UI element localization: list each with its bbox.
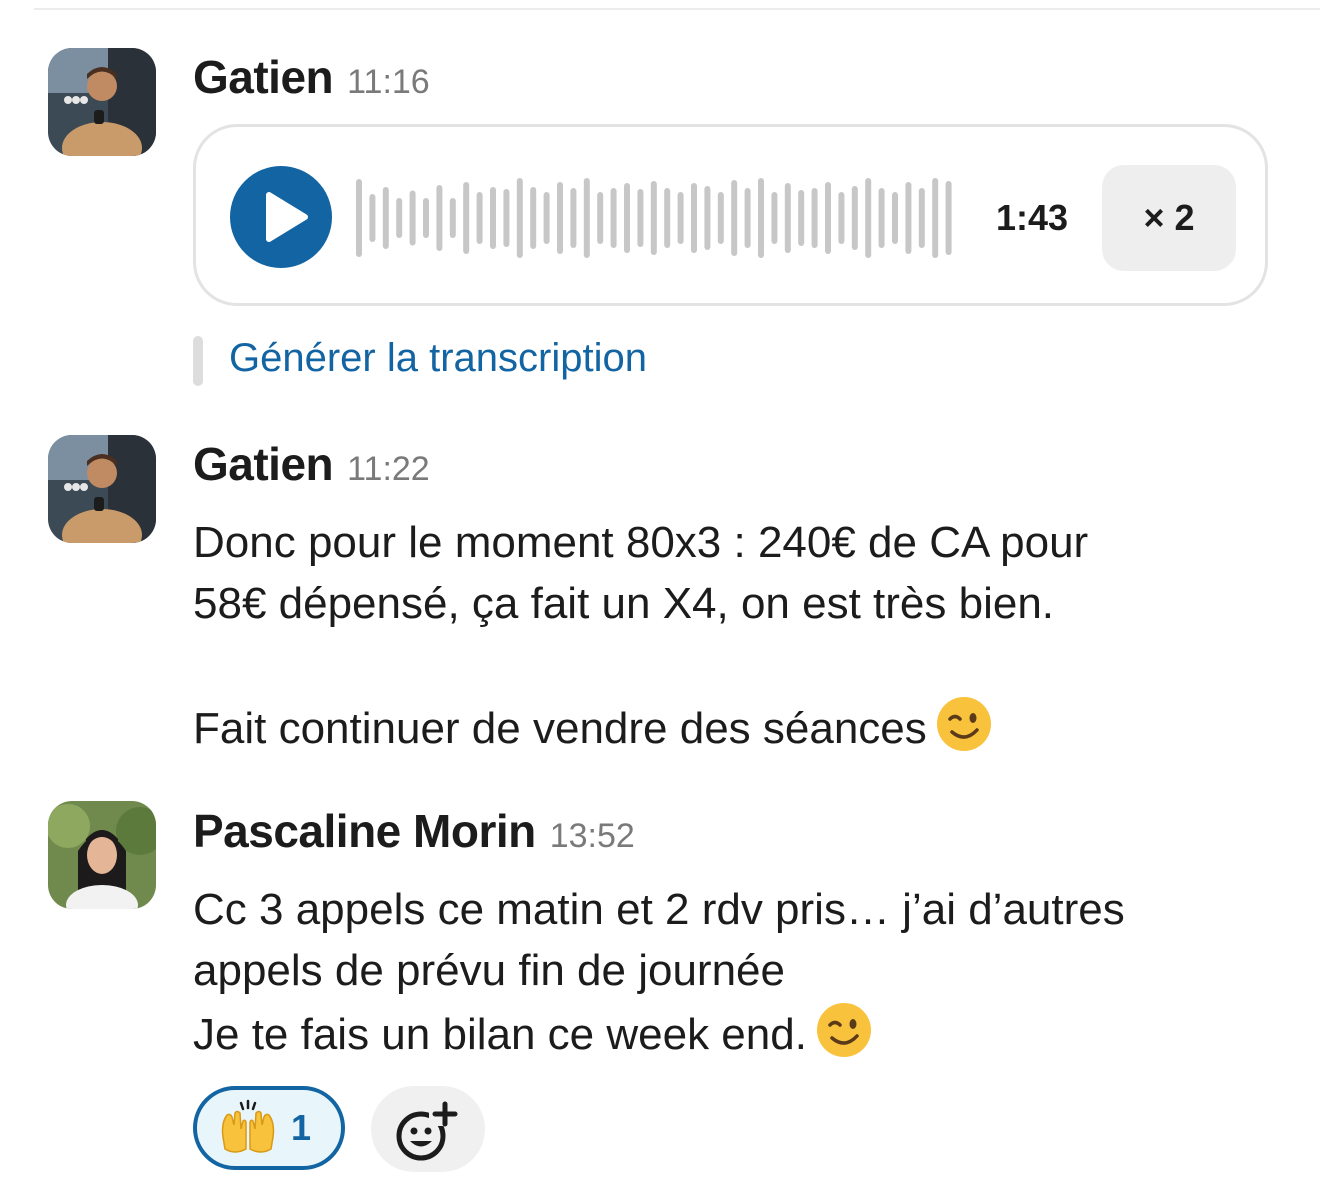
- waveform-bar: [530, 187, 537, 249]
- waveform-bar: [409, 190, 416, 246]
- divider: [34, 8, 1320, 10]
- avatar[interactable]: [48, 801, 156, 909]
- waveform-bar: [865, 178, 872, 258]
- reaction-pill[interactable]: 1: [193, 1086, 345, 1170]
- author-name[interactable]: Pascaline Morin: [193, 804, 536, 858]
- timestamp[interactable]: 11:22: [347, 450, 430, 489]
- avatar[interactable]: [48, 48, 156, 156]
- message-text: Cc 3 appels ce matin et 2 rdv pris… j’ai…: [193, 879, 1125, 1062]
- play-button[interactable]: [229, 165, 333, 269]
- waveform-bar: [624, 183, 630, 253]
- message-line: Donc pour le moment 80x3 : 240€ de CA po…: [193, 518, 1089, 567]
- waveform-bar: [449, 198, 456, 238]
- add-reaction-icon: [396, 1101, 458, 1161]
- add-reaction-button[interactable]: [371, 1086, 485, 1172]
- waveform-bar: [423, 198, 429, 238]
- waveform-bar: [583, 178, 590, 258]
- message-line: Cc 3 appels ce matin et 2 rdv pris… j’ai…: [193, 885, 1125, 934]
- waveform-bar: [677, 192, 684, 244]
- winking-face-icon: [815, 1001, 873, 1059]
- timestamp[interactable]: 11:16: [347, 63, 430, 102]
- waveform-bar: [597, 192, 604, 244]
- avatar[interactable]: [48, 435, 156, 543]
- waveform-bar: [610, 188, 617, 248]
- message-line: Je te fais un bilan ce week end.: [193, 1001, 1125, 1062]
- waveform-bar: [436, 185, 443, 251]
- message-line: [193, 634, 1088, 695]
- waveform-bar: [664, 188, 671, 248]
- message-line: 58€ dépensé, ça fait un X4, on est très …: [193, 579, 1055, 628]
- waveform-bar: [932, 178, 939, 258]
- raising-hands-icon: [217, 1097, 279, 1159]
- waveform-bar: [758, 178, 764, 258]
- waveform-bar: [691, 183, 697, 253]
- message-line-text: Fait continuer de vendre des séances: [193, 704, 927, 753]
- waveform-bar: [838, 192, 845, 244]
- audio-player: 1:43 × 2: [193, 124, 1268, 306]
- message-text: Donc pour le moment 80x3 : 240€ de CA po…: [193, 512, 1088, 756]
- waveform-bar: [557, 182, 563, 254]
- timestamp[interactable]: 13:52: [550, 817, 635, 856]
- waveform-bar: [476, 192, 483, 244]
- waveform-bar: [811, 188, 818, 248]
- waveform-bar: [396, 198, 403, 238]
- message-line: Fait continuer de vendre des séances: [193, 695, 1088, 756]
- waveform-bar: [650, 181, 657, 255]
- generate-transcript-link[interactable]: Générer la transcription: [229, 336, 647, 381]
- waveform-bar: [637, 189, 644, 247]
- waveform-bar: [382, 187, 389, 249]
- quote-bar: [193, 336, 203, 386]
- waveform-bar: [825, 182, 831, 254]
- waveform-bar: [731, 180, 738, 256]
- waveform-bar: [771, 192, 778, 244]
- waveform-bar: [851, 186, 858, 250]
- waveform-bar: [878, 188, 885, 248]
- author-name[interactable]: Gatien: [193, 437, 334, 491]
- waveform-bar: [503, 189, 510, 247]
- waveform-bar: [905, 182, 912, 254]
- waveform-bar: [490, 187, 496, 249]
- waveform-bar: [356, 179, 362, 257]
- waveform-bar: [570, 188, 577, 248]
- message-line: appels de prévu fin de journée: [193, 946, 785, 995]
- waveform-bar: [744, 188, 751, 248]
- message-header: Gatien 11:16: [193, 50, 430, 104]
- reaction-count: 1: [291, 1107, 312, 1148]
- message-line-text: Je te fais un bilan ce week end.: [193, 1010, 807, 1059]
- waveform-bar: [704, 186, 711, 250]
- waveform-bar: [918, 188, 925, 248]
- message-header: Pascaline Morin 13:52: [193, 804, 635, 858]
- waveform-bar: [892, 192, 898, 244]
- message-header: Gatien 11:22: [193, 437, 430, 491]
- play-icon: [230, 166, 332, 268]
- winking-face-icon: [935, 695, 993, 753]
- waveform-bar: [369, 194, 376, 242]
- waveform-bar: [784, 183, 791, 253]
- waveform-bar: [717, 192, 724, 244]
- audio-waveform[interactable]: [356, 175, 966, 261]
- author-name[interactable]: Gatien: [193, 50, 334, 104]
- waveform-bar: [543, 192, 550, 244]
- waveform-bar: [945, 181, 952, 255]
- waveform-bar: [798, 190, 805, 246]
- waveform-bar: [463, 182, 470, 254]
- playback-speed-button[interactable]: × 2: [1102, 165, 1236, 271]
- audio-duration: 1:43: [996, 197, 1069, 238]
- waveform-bar: [516, 178, 523, 258]
